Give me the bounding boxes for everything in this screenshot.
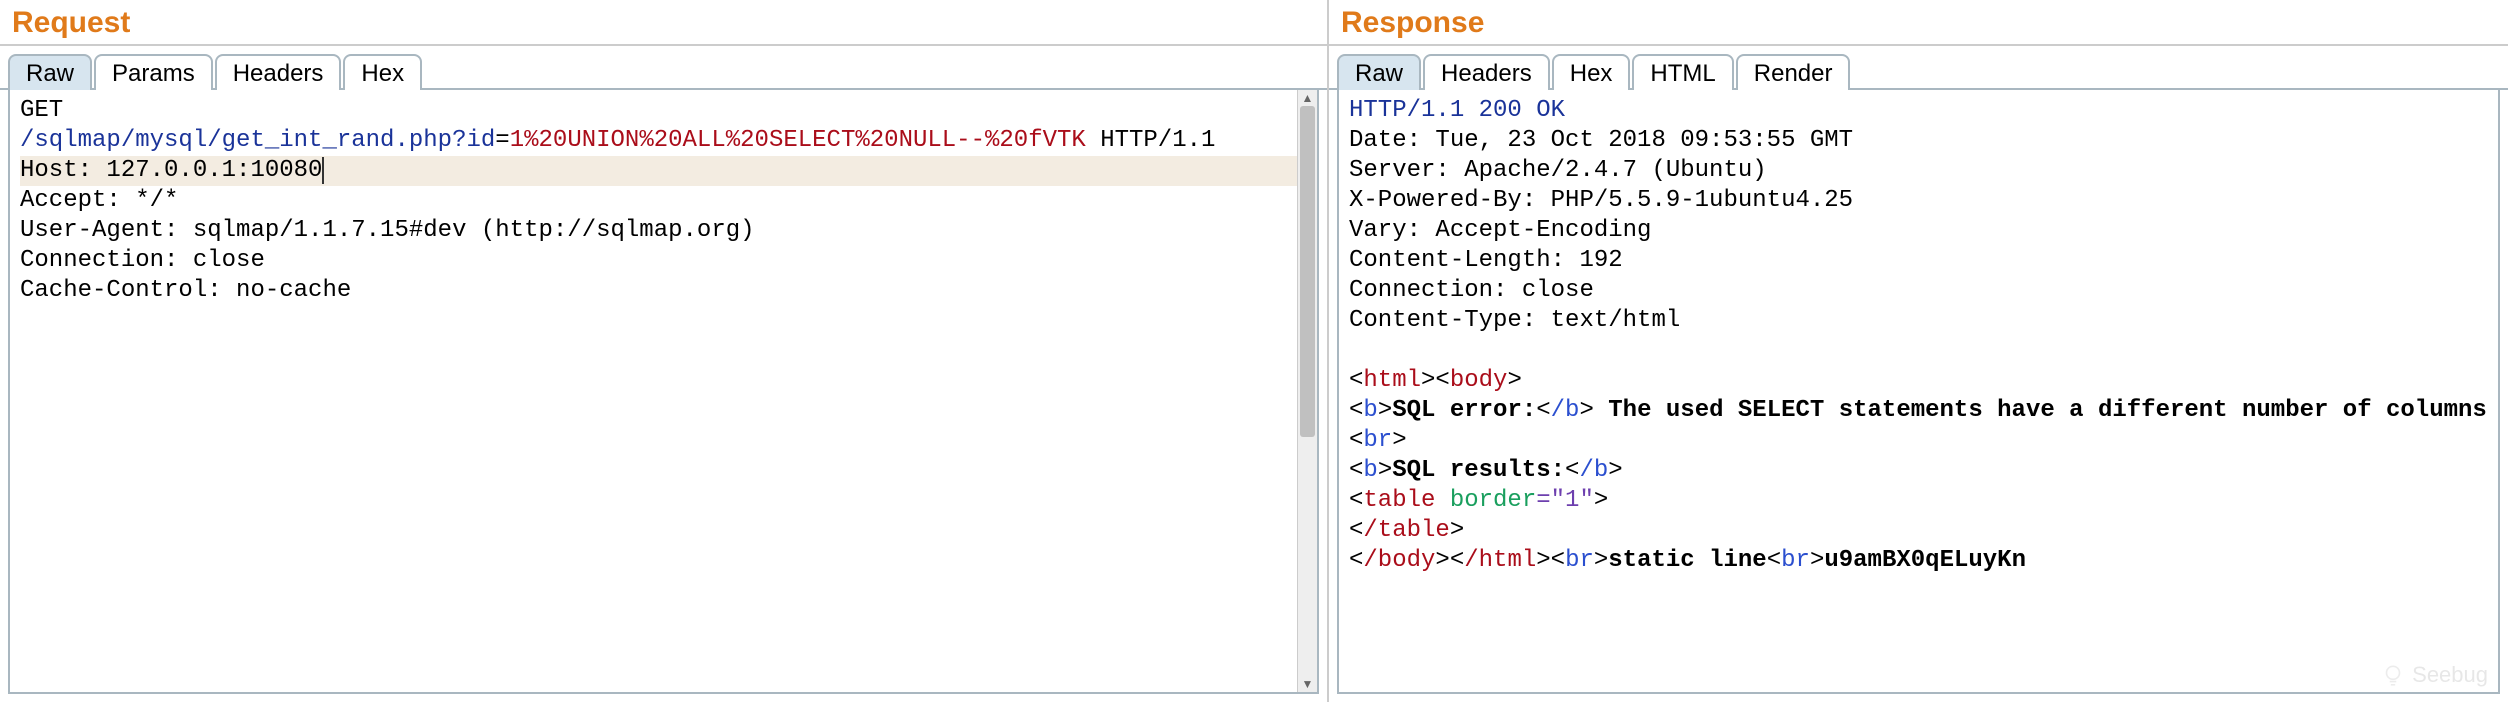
tab-request-params[interactable]: Params [94, 54, 213, 90]
tag-br-3: br [1781, 547, 1810, 574]
request-header-accept: Accept: */* [20, 187, 178, 214]
tab-response-html[interactable]: HTML [1632, 54, 1733, 90]
watermark-text: Seebug [2412, 662, 2488, 688]
request-param-name: id [466, 127, 495, 154]
tag-b-close: /b [1551, 397, 1580, 424]
request-method: GET [20, 97, 63, 124]
text-caret [322, 157, 324, 184]
static-line-text: static line [1608, 547, 1766, 574]
sql-error-text: The used SELECT statements have a differ… [1594, 397, 2487, 424]
request-header-conn: Connection: close [20, 247, 265, 274]
sql-error-label: SQL error: [1392, 397, 1536, 424]
tag-b-close-2: /b [1579, 457, 1608, 484]
tag-br-2: br [1565, 547, 1594, 574]
request-raw-editor[interactable]: GET /sqlmap/mysql/get_int_rand.php?id=1%… [10, 90, 1317, 692]
watermark: Seebug [2380, 662, 2488, 688]
tag-b-open: b [1363, 397, 1377, 424]
tab-response-raw[interactable]: Raw [1337, 54, 1421, 90]
tag-table-attr: border [1435, 487, 1536, 514]
tab-response-render[interactable]: Render [1736, 54, 1851, 90]
response-header-xpb: X-Powered-By: PHP/5.5.9-1ubuntu4.25 [1349, 187, 1853, 214]
tag-body-open: body [1450, 367, 1508, 394]
tab-response-hex[interactable]: Hex [1552, 54, 1631, 90]
request-title: Request [0, 0, 1327, 46]
tab-request-hex[interactable]: Hex [343, 54, 422, 90]
tag-b-open-2: b [1363, 457, 1377, 484]
tag-table-open: table [1363, 487, 1435, 514]
response-header-date: Date: Tue, 23 Oct 2018 09:53:55 GMT [1349, 127, 1853, 154]
request-param-value: 1%20UNION%20ALL%20SELECT%20NULL--%20fVTK [510, 127, 1086, 154]
request-tab-row: Raw Params Headers Hex [0, 46, 1327, 90]
response-status: HTTP/1.1 200 OK [1349, 97, 1565, 124]
tag-html-close: /html [1464, 547, 1536, 574]
tag-br-1: br [1363, 427, 1392, 454]
request-host-header: Host: 127.0.0.1:10080 [20, 157, 322, 184]
tag-html-open: html [1363, 367, 1421, 394]
response-tab-row: Raw Headers Hex HTML Render [1329, 46, 2508, 90]
request-header-cache: Cache-Control: no-cache [20, 277, 351, 304]
response-panel: Response Raw Headers Hex HTML Render HTT… [1329, 0, 2508, 702]
request-scrollbar[interactable]: ▲ ▼ [1297, 90, 1317, 692]
scrollbar-thumb[interactable] [1300, 106, 1315, 437]
request-host-line: Host: 127.0.0.1:10080 [20, 156, 1307, 186]
sql-results-label: SQL results: [1392, 457, 1565, 484]
request-header-ua: User-Agent: sqlmap/1.1.7.15#dev (http://… [20, 217, 755, 244]
response-header-ct: Content-Type: text/html [1349, 307, 1680, 334]
bulb-icon [2380, 662, 2406, 688]
request-panel: Request Raw Params Headers Hex GET /sqlm… [0, 0, 1329, 702]
scrollbar-up-arrow-icon[interactable]: ▲ [1298, 90, 1317, 106]
response-title: Response [1329, 0, 2508, 46]
response-header-cl: Content-Length: 192 [1349, 247, 1623, 274]
request-content-wrap: GET /sqlmap/mysql/get_int_rand.php?id=1%… [8, 90, 1319, 694]
response-header-conn: Connection: close [1349, 277, 1594, 304]
tab-request-raw[interactable]: Raw [8, 54, 92, 90]
response-header-server: Server: Apache/2.4.7 (Ubuntu) [1349, 157, 1767, 184]
response-header-vary: Vary: Accept-Encoding [1349, 217, 1651, 244]
scrollbar-down-arrow-icon[interactable]: ▼ [1298, 676, 1317, 692]
tab-request-headers[interactable]: Headers [215, 54, 342, 90]
tag-table-close: /table [1363, 517, 1449, 544]
tag-body-close: /body [1363, 547, 1435, 574]
rand-string: u9amBX0qELuyKn [1824, 547, 2026, 574]
response-raw-viewer[interactable]: HTTP/1.1 200 OK Date: Tue, 23 Oct 2018 0… [1339, 90, 2498, 692]
request-path: /sqlmap/mysql/get_int_rand.php? [20, 127, 466, 154]
tab-response-headers[interactable]: Headers [1423, 54, 1550, 90]
request-http-version: HTTP/1.1 [1086, 127, 1216, 154]
tag-table-attr-val: ="1" [1536, 487, 1594, 514]
response-content-wrap: HTTP/1.1 200 OK Date: Tue, 23 Oct 2018 0… [1337, 90, 2500, 694]
